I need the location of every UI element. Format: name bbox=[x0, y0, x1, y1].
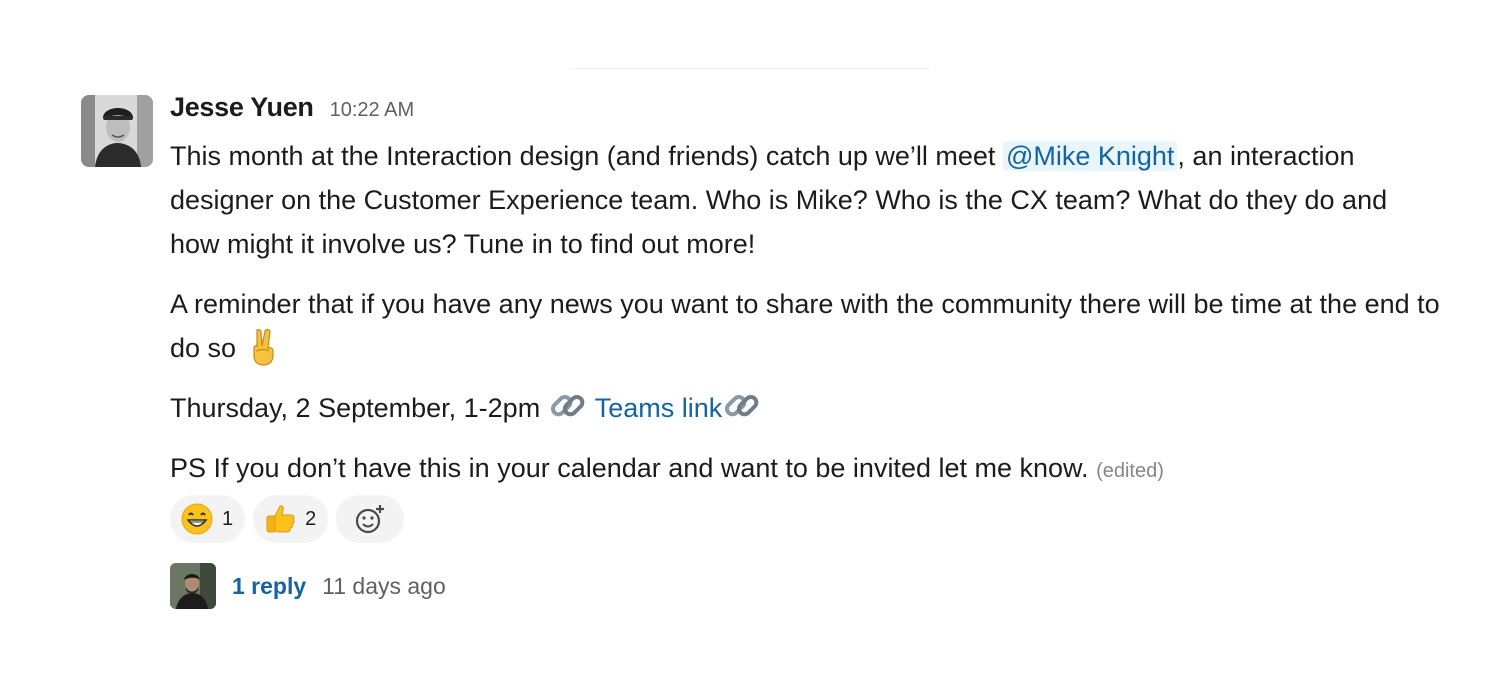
message-header: Jesse Yuen 10:22 AM bbox=[170, 92, 414, 132]
reaction-thumbs-up[interactable]: 2 bbox=[253, 495, 329, 543]
replier-avatar[interactable] bbox=[170, 563, 216, 609]
add-reaction-button[interactable] bbox=[336, 495, 405, 543]
grinning-face-icon bbox=[180, 502, 214, 536]
link-emoji-icon bbox=[548, 386, 588, 426]
message-paragraph: Thursday, 2 September, 1-2pm Teams link bbox=[170, 386, 1440, 430]
thumbs-up-icon bbox=[263, 502, 297, 536]
user-mention[interactable]: @Mike Knight bbox=[1002, 141, 1178, 171]
thread-summary[interactable]: 1 reply 11 days ago bbox=[170, 562, 446, 610]
reaction-count: 2 bbox=[305, 507, 317, 530]
event-date: Thursday, 2 September, 1-2pm bbox=[170, 393, 541, 423]
message-body: This month at the Interaction design (an… bbox=[170, 134, 1440, 509]
add-emoji-icon bbox=[353, 502, 387, 536]
link-emoji-icon bbox=[722, 386, 762, 426]
avatar-photo bbox=[81, 95, 153, 167]
message-timestamp[interactable]: 10:22 AM bbox=[330, 99, 415, 122]
author-avatar[interactable] bbox=[81, 95, 153, 167]
paragraph-text: A reminder that if you have any news you… bbox=[170, 289, 1440, 363]
last-reply-time: 11 days ago bbox=[322, 572, 446, 599]
reply-count-link[interactable]: 1 reply bbox=[232, 573, 306, 600]
replier-avatar-photo bbox=[170, 563, 216, 609]
reaction-grinning[interactable]: 1 bbox=[170, 495, 246, 543]
paragraph-text: PS If you don’t have this in your calend… bbox=[170, 453, 1089, 483]
reactions-bar: 1 2 bbox=[170, 495, 405, 543]
victory-hand-emoji-icon bbox=[244, 326, 284, 366]
reaction-count: 1 bbox=[222, 507, 234, 530]
message: Jesse Yuen 10:22 AM This month at the In… bbox=[0, 0, 1493, 700]
message-paragraph: A reminder that if you have any news you… bbox=[170, 282, 1440, 370]
message-paragraph: PS If you don’t have this in your calend… bbox=[170, 446, 1440, 493]
paragraph-text: This month at the Interaction design (an… bbox=[170, 141, 1003, 171]
message-paragraph: This month at the Interaction design (an… bbox=[170, 134, 1440, 266]
author-name[interactable]: Jesse Yuen bbox=[170, 92, 314, 123]
edited-label: (edited) bbox=[1096, 460, 1164, 482]
teams-link[interactable]: Teams link bbox=[595, 393, 723, 423]
